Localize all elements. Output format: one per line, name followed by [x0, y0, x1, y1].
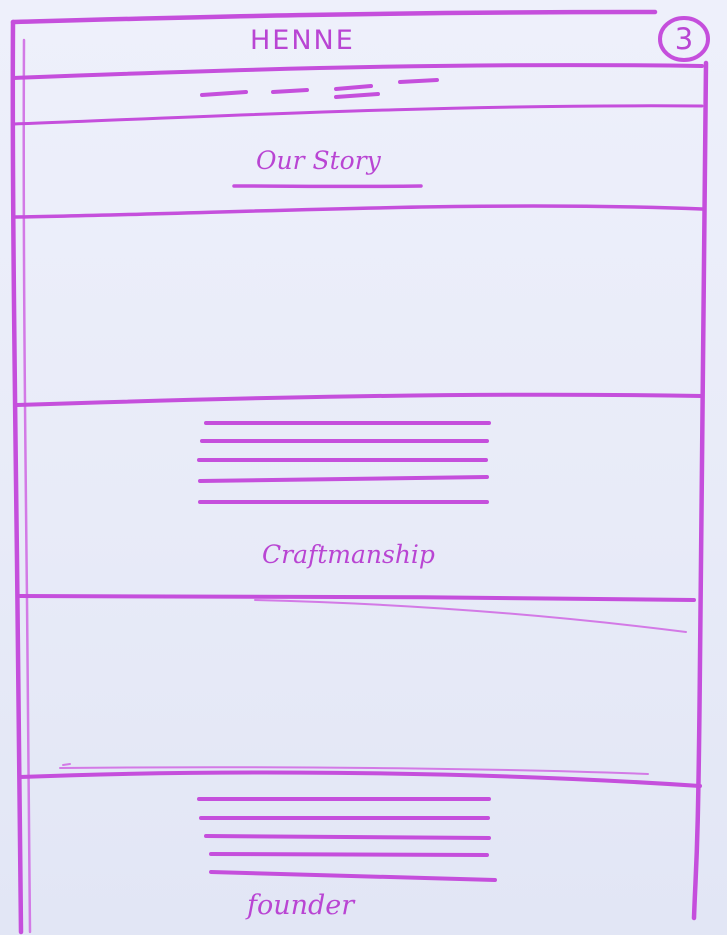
text-line [198, 475, 489, 483]
page-number-badge: 3 [657, 14, 711, 64]
outer-frame-right [691, 60, 709, 921]
nav-menu [200, 78, 439, 99]
nav-item-3[interactable] [334, 84, 380, 99]
image-block-2-bottom [18, 770, 702, 788]
text-block-2 [197, 797, 497, 882]
nav-divider [12, 104, 704, 126]
text-line [209, 852, 489, 857]
logo-text[interactable]: HENNE [250, 27, 355, 54]
wireframe-sketch [10, 9, 709, 935]
outer-frame-left [10, 19, 24, 935]
nav-item-4[interactable] [398, 78, 439, 84]
outer-frame-top [10, 9, 658, 25]
text-block-1 [197, 421, 491, 504]
intro-divider [13, 204, 704, 219]
mark [62, 763, 71, 766]
header-divider [12, 63, 704, 80]
text-line [204, 834, 491, 840]
text-line [209, 870, 497, 882]
inner-frame-left [22, 38, 32, 934]
section-caption-founder: founder [247, 890, 355, 921]
text-block-1-bottom-extra [254, 599, 687, 633]
nav-item-1[interactable] [200, 90, 248, 97]
image-block-1-bottom [15, 392, 704, 407]
section-caption-craftmanship: Craftmanship [262, 540, 435, 569]
page-number-text: 3 [674, 21, 694, 56]
page-title: Our Story [256, 146, 381, 175]
nav-item-2[interactable] [271, 88, 309, 94]
text-block-1-bottom [17, 594, 696, 602]
